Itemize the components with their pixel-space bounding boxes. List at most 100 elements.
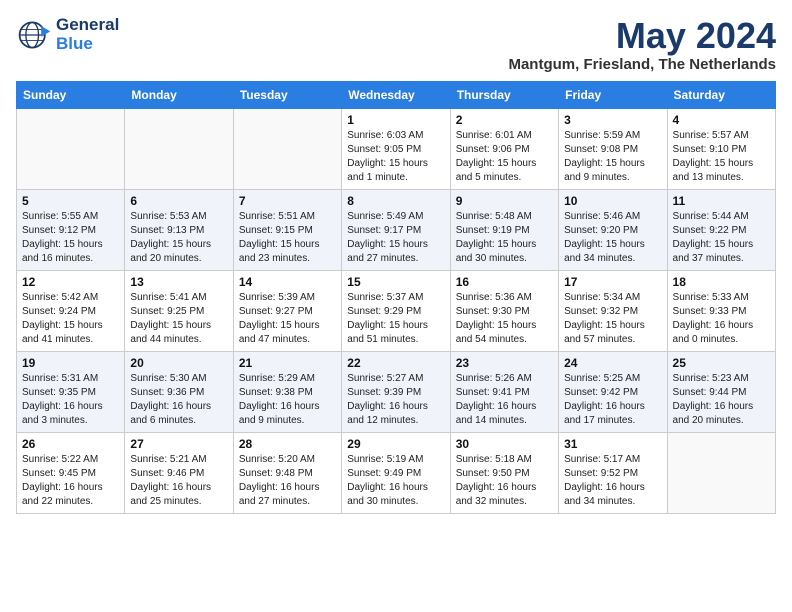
calendar-cell [667,432,775,513]
day-number: 25 [673,356,770,370]
day-number: 24 [564,356,661,370]
calendar-cell: 5Sunrise: 5:55 AM Sunset: 9:12 PM Daylig… [17,189,125,270]
day-info: Sunrise: 5:49 AM Sunset: 9:17 PM Dayligh… [347,210,444,266]
day-number: 27 [130,437,227,451]
day-number: 5 [22,194,119,208]
week-row-3: 12 Sunrise: 5:42 AM Sunset: 9:24 PM Dayli… [17,270,776,351]
day-info: Sunrise: 5:36 AM Sunset: 9:30 PM Dayligh… [456,291,553,347]
day-info: Sunrise: 5:41 AM Sunset: 9:25 PM Dayligh… [130,291,227,347]
week-row-2: 5Sunrise: 5:55 AM Sunset: 9:12 PM Daylig… [17,189,776,270]
day-number: 15 [347,275,444,289]
calendar-table: SundayMondayTuesdayWednesdayThursdayFrid… [16,81,776,514]
week-row-5: 26 Sunrise: 5:22 AM Sunset: 9:45 PM Dayli… [17,432,776,513]
calendar-cell [233,108,341,189]
calendar-cell: 11 Sunrise: 5:44 AM Sunset: 9:22 PM Dayli… [667,189,775,270]
day-info: Sunrise: 5:59 AM Sunset: 9:08 PM Dayligh… [564,129,661,185]
day-info: Sunrise: 5:31 AM Sunset: 9:35 PM Dayligh… [22,372,119,428]
calendar-cell: 28 Sunrise: 5:20 AM Sunset: 9:48 PM Dayli… [233,432,341,513]
calendar-cell [17,108,125,189]
day-info: Sunrise: 5:29 AM Sunset: 9:38 PM Dayligh… [239,372,336,428]
day-info: Sunrise: 5:22 AM Sunset: 9:45 PM Dayligh… [22,453,119,509]
calendar-header: SundayMondayTuesdayWednesdayThursdayFrid… [17,81,776,108]
logo-icon [16,17,52,53]
day-info: Sunrise: 5:48 AM Sunset: 9:19 PM Dayligh… [456,210,553,266]
title-block: May 2024 Mantgum, Friesland, The Netherl… [508,16,776,73]
day-info: Sunrise: 5:57 AM Sunset: 9:10 PM Dayligh… [673,129,770,185]
calendar-cell: 18Sunrise: 5:33 AM Sunset: 9:33 PM Dayli… [667,270,775,351]
day-number: 19 [22,356,119,370]
calendar-cell: 17 Sunrise: 5:34 AM Sunset: 9:32 PM Dayli… [559,270,667,351]
day-info: Sunrise: 5:39 AM Sunset: 9:27 PM Dayligh… [239,291,336,347]
day-info: Sunrise: 5:37 AM Sunset: 9:29 PM Dayligh… [347,291,444,347]
day-number: 6 [130,194,227,208]
day-info: Sunrise: 5:51 AM Sunset: 9:15 PM Dayligh… [239,210,336,266]
calendar-cell: 6 Sunrise: 5:53 AM Sunset: 9:13 PM Daylig… [125,189,233,270]
calendar-cell: 13Sunrise: 5:41 AM Sunset: 9:25 PM Dayli… [125,270,233,351]
day-number: 12 [22,275,119,289]
day-info: Sunrise: 5:46 AM Sunset: 9:20 PM Dayligh… [564,210,661,266]
day-number: 16 [456,275,553,289]
week-row-1: 1 Sunrise: 6:03 AM Sunset: 9:05 PM Daylig… [17,108,776,189]
day-number: 29 [347,437,444,451]
day-number: 3 [564,113,661,127]
calendar-cell: 25Sunrise: 5:23 AM Sunset: 9:44 PM Dayli… [667,351,775,432]
calendar-cell: 3 Sunrise: 5:59 AM Sunset: 9:08 PM Daylig… [559,108,667,189]
day-info: Sunrise: 6:01 AM Sunset: 9:06 PM Dayligh… [456,129,553,185]
day-number: 26 [22,437,119,451]
calendar-cell: 29 Sunrise: 5:19 AM Sunset: 9:49 PM Dayli… [342,432,450,513]
day-info: Sunrise: 6:03 AM Sunset: 9:05 PM Dayligh… [347,129,444,185]
calendar-subtitle: Mantgum, Friesland, The Netherlands [508,56,776,73]
day-info: Sunrise: 5:20 AM Sunset: 9:48 PM Dayligh… [239,453,336,509]
calendar-cell: 12 Sunrise: 5:42 AM Sunset: 9:24 PM Dayli… [17,270,125,351]
calendar-title: May 2024 [508,16,776,56]
day-number: 17 [564,275,661,289]
day-info: Sunrise: 5:21 AM Sunset: 9:46 PM Dayligh… [130,453,227,509]
day-number: 4 [673,113,770,127]
day-number: 22 [347,356,444,370]
day-number: 21 [239,356,336,370]
calendar-cell: 14Sunrise: 5:39 AM Sunset: 9:27 PM Dayli… [233,270,341,351]
day-number: 30 [456,437,553,451]
day-info: Sunrise: 5:25 AM Sunset: 9:42 PM Dayligh… [564,372,661,428]
calendar-cell: 10 Sunrise: 5:46 AM Sunset: 9:20 PM Dayli… [559,189,667,270]
day-number: 10 [564,194,661,208]
header-cell-thursday: Thursday [450,81,558,108]
calendar-cell: 7 Sunrise: 5:51 AM Sunset: 9:15 PM Daylig… [233,189,341,270]
day-number: 1 [347,113,444,127]
day-info: Sunrise: 5:17 AM Sunset: 9:52 PM Dayligh… [564,453,661,509]
calendar-cell: 24 Sunrise: 5:25 AM Sunset: 9:42 PM Dayli… [559,351,667,432]
calendar-cell: 1 Sunrise: 6:03 AM Sunset: 9:05 PM Daylig… [342,108,450,189]
week-row-4: 19 Sunrise: 5:31 AM Sunset: 9:35 PM Dayli… [17,351,776,432]
calendar-cell: 21 Sunrise: 5:29 AM Sunset: 9:38 PM Dayli… [233,351,341,432]
day-number: 31 [564,437,661,451]
day-info: Sunrise: 5:34 AM Sunset: 9:32 PM Dayligh… [564,291,661,347]
day-number: 23 [456,356,553,370]
logo: General Blue [16,16,119,53]
page-header: General Blue May 2024 Mantgum, Friesland… [16,16,776,73]
day-number: 20 [130,356,227,370]
calendar-cell: 31 Sunrise: 5:17 AM Sunset: 9:52 PM Dayli… [559,432,667,513]
calendar-cell: 8 Sunrise: 5:49 AM Sunset: 9:17 PM Daylig… [342,189,450,270]
day-info: Sunrise: 5:19 AM Sunset: 9:49 PM Dayligh… [347,453,444,509]
calendar-cell: 9Sunrise: 5:48 AM Sunset: 9:19 PM Daylig… [450,189,558,270]
header-cell-saturday: Saturday [667,81,775,108]
calendar-cell: 2 Sunrise: 6:01 AM Sunset: 9:06 PM Daylig… [450,108,558,189]
logo-text: General Blue [56,16,119,53]
day-number: 2 [456,113,553,127]
day-info: Sunrise: 5:18 AM Sunset: 9:50 PM Dayligh… [456,453,553,509]
day-info: Sunrise: 5:42 AM Sunset: 9:24 PM Dayligh… [22,291,119,347]
day-number: 11 [673,194,770,208]
calendar-cell [125,108,233,189]
day-info: Sunrise: 5:30 AM Sunset: 9:36 PM Dayligh… [130,372,227,428]
header-cell-friday: Friday [559,81,667,108]
day-info: Sunrise: 5:53 AM Sunset: 9:13 PM Dayligh… [130,210,227,266]
header-cell-sunday: Sunday [17,81,125,108]
day-number: 18 [673,275,770,289]
calendar-cell: 30 Sunrise: 5:18 AM Sunset: 9:50 PM Dayli… [450,432,558,513]
calendar-cell: 26 Sunrise: 5:22 AM Sunset: 9:45 PM Dayli… [17,432,125,513]
day-number: 28 [239,437,336,451]
header-row: SundayMondayTuesdayWednesdayThursdayFrid… [17,81,776,108]
day-number: 7 [239,194,336,208]
day-info: Sunrise: 5:44 AM Sunset: 9:22 PM Dayligh… [673,210,770,266]
day-number: 8 [347,194,444,208]
